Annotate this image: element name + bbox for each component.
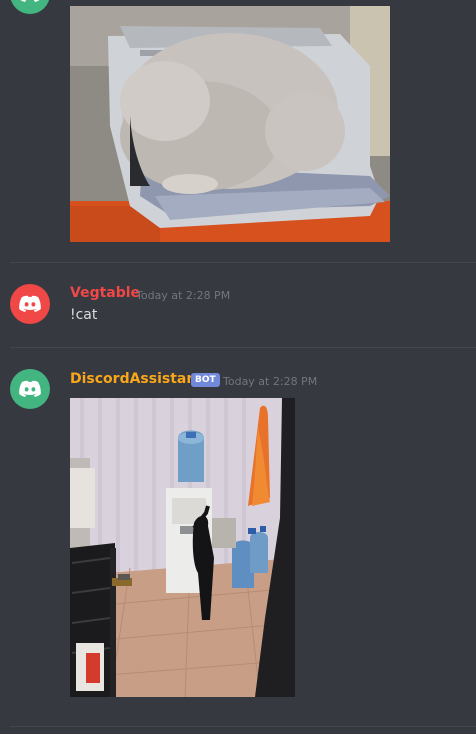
image-attachment[interactable] bbox=[70, 6, 390, 242]
discord-logo-icon bbox=[19, 295, 41, 312]
username[interactable]: DiscordAssistant bbox=[70, 371, 203, 387]
message-text: !cat bbox=[70, 307, 98, 323]
avatar[interactable] bbox=[10, 284, 50, 324]
message-divider bbox=[10, 347, 476, 348]
cat-on-printer-image bbox=[70, 6, 390, 242]
timestamp: Today at 2:28 PM bbox=[136, 289, 231, 302]
avatar[interactable] bbox=[10, 0, 50, 14]
message-divider bbox=[10, 726, 476, 727]
timestamp: Today at 2:28 PM bbox=[223, 375, 318, 388]
username[interactable]: Vegtable bbox=[70, 285, 140, 301]
discord-logo-icon bbox=[20, 0, 40, 2]
message-divider bbox=[10, 262, 476, 263]
image-attachment[interactable] bbox=[70, 398, 295, 697]
cat-at-water-cooler-image bbox=[70, 398, 295, 697]
chat-message-list: Vegtable Today at 2:28 PM !cat DiscordAs… bbox=[0, 0, 476, 734]
bot-badge: BOT bbox=[191, 373, 220, 387]
avatar[interactable] bbox=[10, 369, 50, 409]
discord-logo-icon bbox=[19, 380, 41, 397]
